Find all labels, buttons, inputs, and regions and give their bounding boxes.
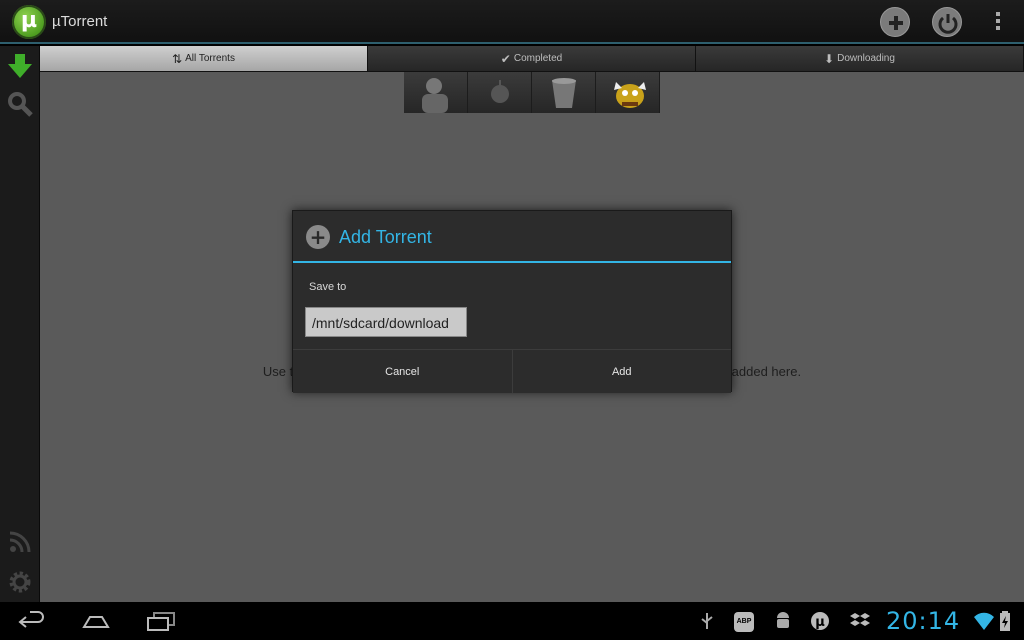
battery-icon <box>1000 611 1010 631</box>
promo-tile-mascot[interactable] <box>596 72 660 113</box>
action-bar: µ µTorrent <box>0 0 1024 44</box>
left-nav <box>0 46 40 602</box>
cancel-button[interactable]: Cancel <box>293 350 512 393</box>
download-arrow-icon: ⬇ <box>824 51 835 66</box>
promo-strip[interactable] <box>404 72 660 113</box>
promo-tile-cup[interactable] <box>532 72 596 113</box>
add-button[interactable]: Add <box>511 350 731 393</box>
add-icon <box>889 16 903 30</box>
app-title: µTorrent <box>52 13 108 30</box>
wifi-icon <box>974 612 994 630</box>
utorrent-icon: µ <box>811 612 829 630</box>
add-icon: + <box>306 225 330 249</box>
power-icon <box>938 14 958 34</box>
back-icon[interactable] <box>18 611 48 631</box>
app-logo-icon[interactable]: µ <box>12 5 46 39</box>
dialog-header: + Add Torrent <box>293 211 731 263</box>
clock: 20:14 <box>886 607 961 635</box>
dropbox-icon <box>850 613 870 626</box>
home-icon[interactable] <box>80 611 112 631</box>
tab-downloading[interactable]: ⬇ Downloading <box>696 46 1024 71</box>
save-to-label: Save to <box>309 281 347 293</box>
rss-icon[interactable] <box>4 526 36 558</box>
adblock-icon: ABP <box>734 612 754 632</box>
tab-bar: ⇅ All Torrents ✔ Completed ⬇ Downloading <box>40 46 1024 72</box>
svg-text:µ: µ <box>815 615 825 630</box>
save-path-field[interactable]: /mnt/sdcard/download <box>305 307 467 337</box>
dialog-button-bar: Cancel Add <box>293 349 731 393</box>
add-torrent-button[interactable] <box>880 7 910 37</box>
promo-tile-artist[interactable] <box>404 72 468 113</box>
check-icon: ✔ <box>500 51 511 66</box>
download-icon[interactable] <box>4 50 36 82</box>
usb-icon <box>701 613 713 629</box>
system-bar: ABP µ 20:14 <box>0 602 1024 640</box>
dialog-title: Add Torrent <box>339 227 432 247</box>
sort-icon: ⇅ <box>172 51 183 66</box>
settings-icon[interactable] <box>4 566 36 598</box>
search-icon[interactable] <box>4 88 36 120</box>
android-debug-icon <box>777 612 789 628</box>
overflow-menu-icon[interactable] <box>992 12 1004 34</box>
recents-icon[interactable] <box>146 611 176 631</box>
promo-tile-apple[interactable] <box>468 72 532 113</box>
power-button[interactable] <box>932 7 962 37</box>
tab-all-torrents[interactable]: ⇅ All Torrents <box>40 46 368 71</box>
tab-completed[interactable]: ✔ Completed <box>368 46 696 71</box>
add-torrent-dialog: + Add Torrent Save to /mnt/sdcard/downlo… <box>292 210 732 393</box>
